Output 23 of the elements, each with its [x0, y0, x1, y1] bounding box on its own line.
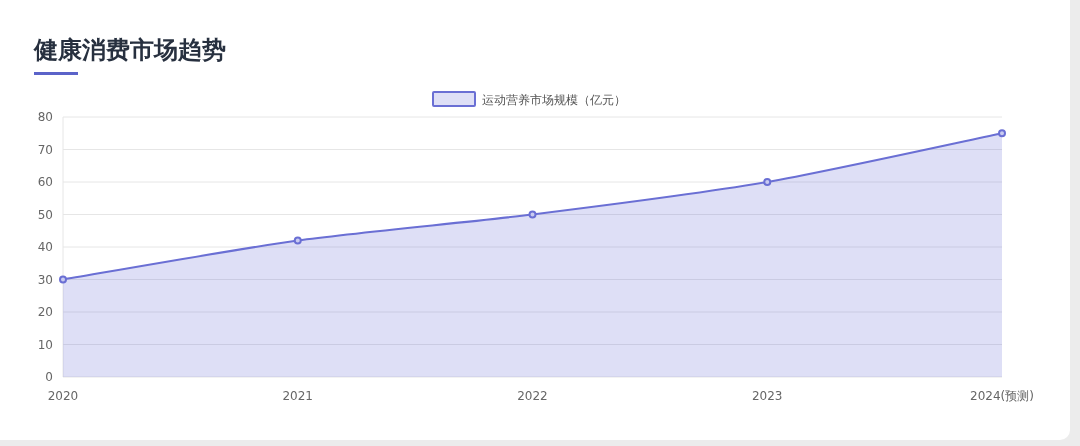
y-tick-label: 60: [37, 175, 53, 189]
data-point: [293, 236, 302, 245]
y-tick-label: 30: [37, 272, 53, 287]
data-point: [528, 210, 537, 219]
y-tick-label: 20: [37, 305, 53, 319]
y-tick-label: 50: [37, 207, 53, 222]
x-tick-label: 2021: [282, 389, 313, 403]
legend-swatch[interactable]: [432, 91, 476, 107]
x-tick-label: 2024(预测): [970, 389, 1034, 403]
y-tick-label: 70: [37, 142, 53, 157]
data-point: [59, 275, 67, 284]
x-tick-label: 2022: [517, 389, 548, 403]
y-tick-label: 40: [37, 240, 53, 254]
data-point: [998, 129, 1006, 138]
legend-label[interactable]: 运动营养市场规模（亿元）: [482, 93, 626, 107]
y-tick-label: 10: [37, 337, 53, 352]
y-tick-label: 0: [45, 370, 53, 384]
y-tick-label: 80: [37, 110, 53, 124]
chart-title: 健康消费市场趋势: [34, 35, 227, 66]
x-tick-label: 2023: [752, 389, 783, 403]
data-point: [763, 178, 772, 186]
x-tick-label: 2020: [47, 389, 79, 403]
title-underline: [34, 72, 78, 75]
